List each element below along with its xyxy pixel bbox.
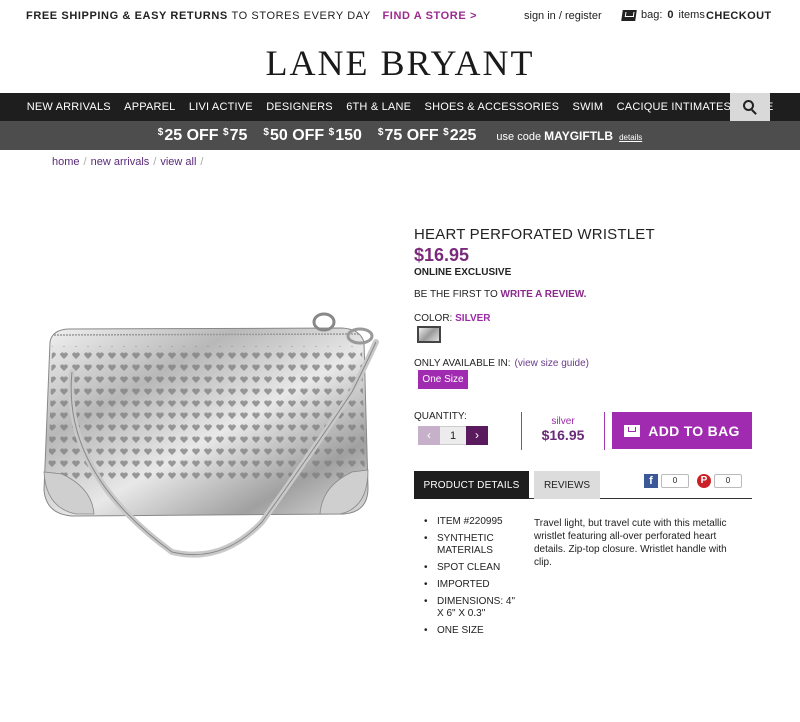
tab-reviews[interactable]: REVIEWS bbox=[534, 471, 600, 499]
list-item: SPOT CLEAN bbox=[424, 562, 524, 574]
promo-code: use code MAYGIFTLB details bbox=[496, 128, 643, 143]
promo-code-value: MAYGIFTLB bbox=[544, 128, 614, 143]
product-price: $16.95 bbox=[414, 245, 470, 265]
list-item: ONE SIZE bbox=[424, 625, 524, 637]
checkout-link[interactable]: CHECKOUT bbox=[706, 10, 772, 22]
product-image[interactable] bbox=[22, 302, 402, 562]
nav-item-shoes-accessories[interactable]: SHOES & ACCESSORIES bbox=[418, 93, 566, 121]
bag-link[interactable]: bag: 0 items bbox=[621, 9, 705, 21]
promo-bold-text: FREE SHIPPING & EASY RETURNS bbox=[26, 10, 228, 22]
nav-items: NEW ARRIVALS APPAREL LIVI ACTIVE DESIGNE… bbox=[20, 93, 780, 121]
product-description: Travel light, but travel cute with this … bbox=[534, 518, 727, 568]
nav-item-livi-active[interactable]: LIVI ACTIVE bbox=[182, 93, 259, 121]
find-store-link[interactable]: FIND A STORE > bbox=[382, 10, 476, 22]
size-guide-link[interactable]: (view size guide) bbox=[515, 358, 589, 369]
selected-color: silver bbox=[551, 416, 575, 427]
pinterest-pin-count: 0 bbox=[714, 474, 742, 488]
product-title: HEART PERFORATED WRISTLET bbox=[414, 226, 655, 243]
main-nav: NEW ARRIVALS APPAREL LIVI ACTIVE DESIGNE… bbox=[0, 93, 800, 121]
offer-tier-2: $50 OFF $150 bbox=[263, 126, 362, 144]
shipping-promo: FREE SHIPPING & EASY RETURNS TO STORES E… bbox=[26, 10, 477, 22]
breadcrumb-separator: / bbox=[153, 156, 157, 168]
bag-label: bag: bbox=[641, 9, 663, 21]
breadcrumb-view-all[interactable]: view all bbox=[160, 156, 196, 168]
selected-price-box: silver $16.95 bbox=[521, 412, 605, 450]
tab-product-details[interactable]: PRODUCT DETAILS bbox=[414, 471, 529, 499]
bag-icon bbox=[624, 424, 641, 437]
nav-item-6th-and-lane[interactable]: 6TH & LANE bbox=[340, 93, 418, 121]
nav-item-designers[interactable]: DESIGNERS bbox=[260, 93, 340, 121]
breadcrumb-separator: / bbox=[83, 156, 87, 168]
size-option-one-size[interactable]: One Size bbox=[418, 370, 468, 389]
nav-item-swim[interactable]: SWIM bbox=[566, 93, 610, 121]
breadcrumb: home / new arrivals / view all / bbox=[52, 156, 203, 168]
quantity-increase-button[interactable]: › bbox=[466, 426, 488, 445]
online-exclusive-label: ONLINE EXCLUSIVE bbox=[414, 267, 512, 278]
nav-item-apparel[interactable]: APPAREL bbox=[117, 93, 182, 121]
list-item: IMPORTED bbox=[424, 579, 524, 591]
breadcrumb-separator: / bbox=[200, 156, 204, 168]
list-item: DIMENSIONS: 4" X 6" X 0.3" bbox=[424, 596, 524, 620]
write-review-link[interactable]: WRITE A REVIEW. bbox=[501, 289, 587, 300]
nav-item-new-arrivals[interactable]: NEW ARRIVALS bbox=[20, 93, 117, 121]
color-label: COLOR: SILVER bbox=[414, 313, 491, 324]
nav-item-cacique-intimates[interactable]: CACIQUE INTIMATES bbox=[610, 93, 738, 121]
bag-count: 0 bbox=[667, 9, 674, 21]
offer-tier-3: $75 OFF $225 bbox=[377, 126, 477, 144]
color-value: SILVER bbox=[455, 313, 491, 324]
facebook-share-count: 0 bbox=[661, 474, 689, 488]
list-item: SYNTHETIC MATERIALS bbox=[424, 533, 524, 557]
quantity-decrease-button[interactable]: ‹ bbox=[418, 426, 440, 445]
availability-label: ONLY AVAILABLE IN: (view size guide) bbox=[414, 358, 590, 369]
search-button[interactable] bbox=[730, 93, 770, 121]
breadcrumb-home[interactable]: home bbox=[52, 156, 80, 168]
top-utility-bar: FREE SHIPPING & EASY RETURNS TO STORES E… bbox=[0, 0, 800, 34]
offer-details-link[interactable]: details bbox=[619, 133, 642, 142]
bag-items-label: items bbox=[678, 9, 705, 21]
promo-light-text: TO STORES EVERY DAY bbox=[231, 10, 371, 22]
color-swatch-silver[interactable] bbox=[417, 326, 441, 343]
offer-banner: $25 OFF $75 $50 OFF $150 $75 OFF $225 us… bbox=[0, 121, 800, 150]
breadcrumb-new-arrivals[interactable]: new arrivals bbox=[91, 156, 150, 168]
add-to-bag-button[interactable]: ADD TO BAG bbox=[612, 412, 752, 449]
list-item: ITEM #220995 bbox=[424, 516, 524, 528]
brand-logo[interactable]: LANE BRYANT bbox=[0, 42, 800, 84]
product-tabs: PRODUCT DETAILS REVIEWS f 0 P 0 bbox=[414, 471, 752, 499]
product-details-list: ITEM #220995 SYNTHETIC MATERIALS SPOT CL… bbox=[424, 516, 524, 642]
review-prompt: BE THE FIRST TO WRITE A REVIEW. bbox=[414, 289, 587, 300]
selected-price: $16.95 bbox=[541, 427, 585, 443]
search-icon bbox=[743, 100, 754, 111]
quantity-label: QUANTITY: bbox=[414, 411, 467, 422]
facebook-icon[interactable]: f bbox=[644, 474, 658, 488]
pinterest-icon[interactable]: P bbox=[697, 474, 711, 488]
quantity-input[interactable]: 1 bbox=[440, 426, 466, 445]
shopping-bag-icon bbox=[621, 9, 637, 21]
offer-tier-1: $25 OFF $75 bbox=[157, 126, 248, 144]
sign-in-register-link[interactable]: sign in / register bbox=[524, 10, 602, 22]
